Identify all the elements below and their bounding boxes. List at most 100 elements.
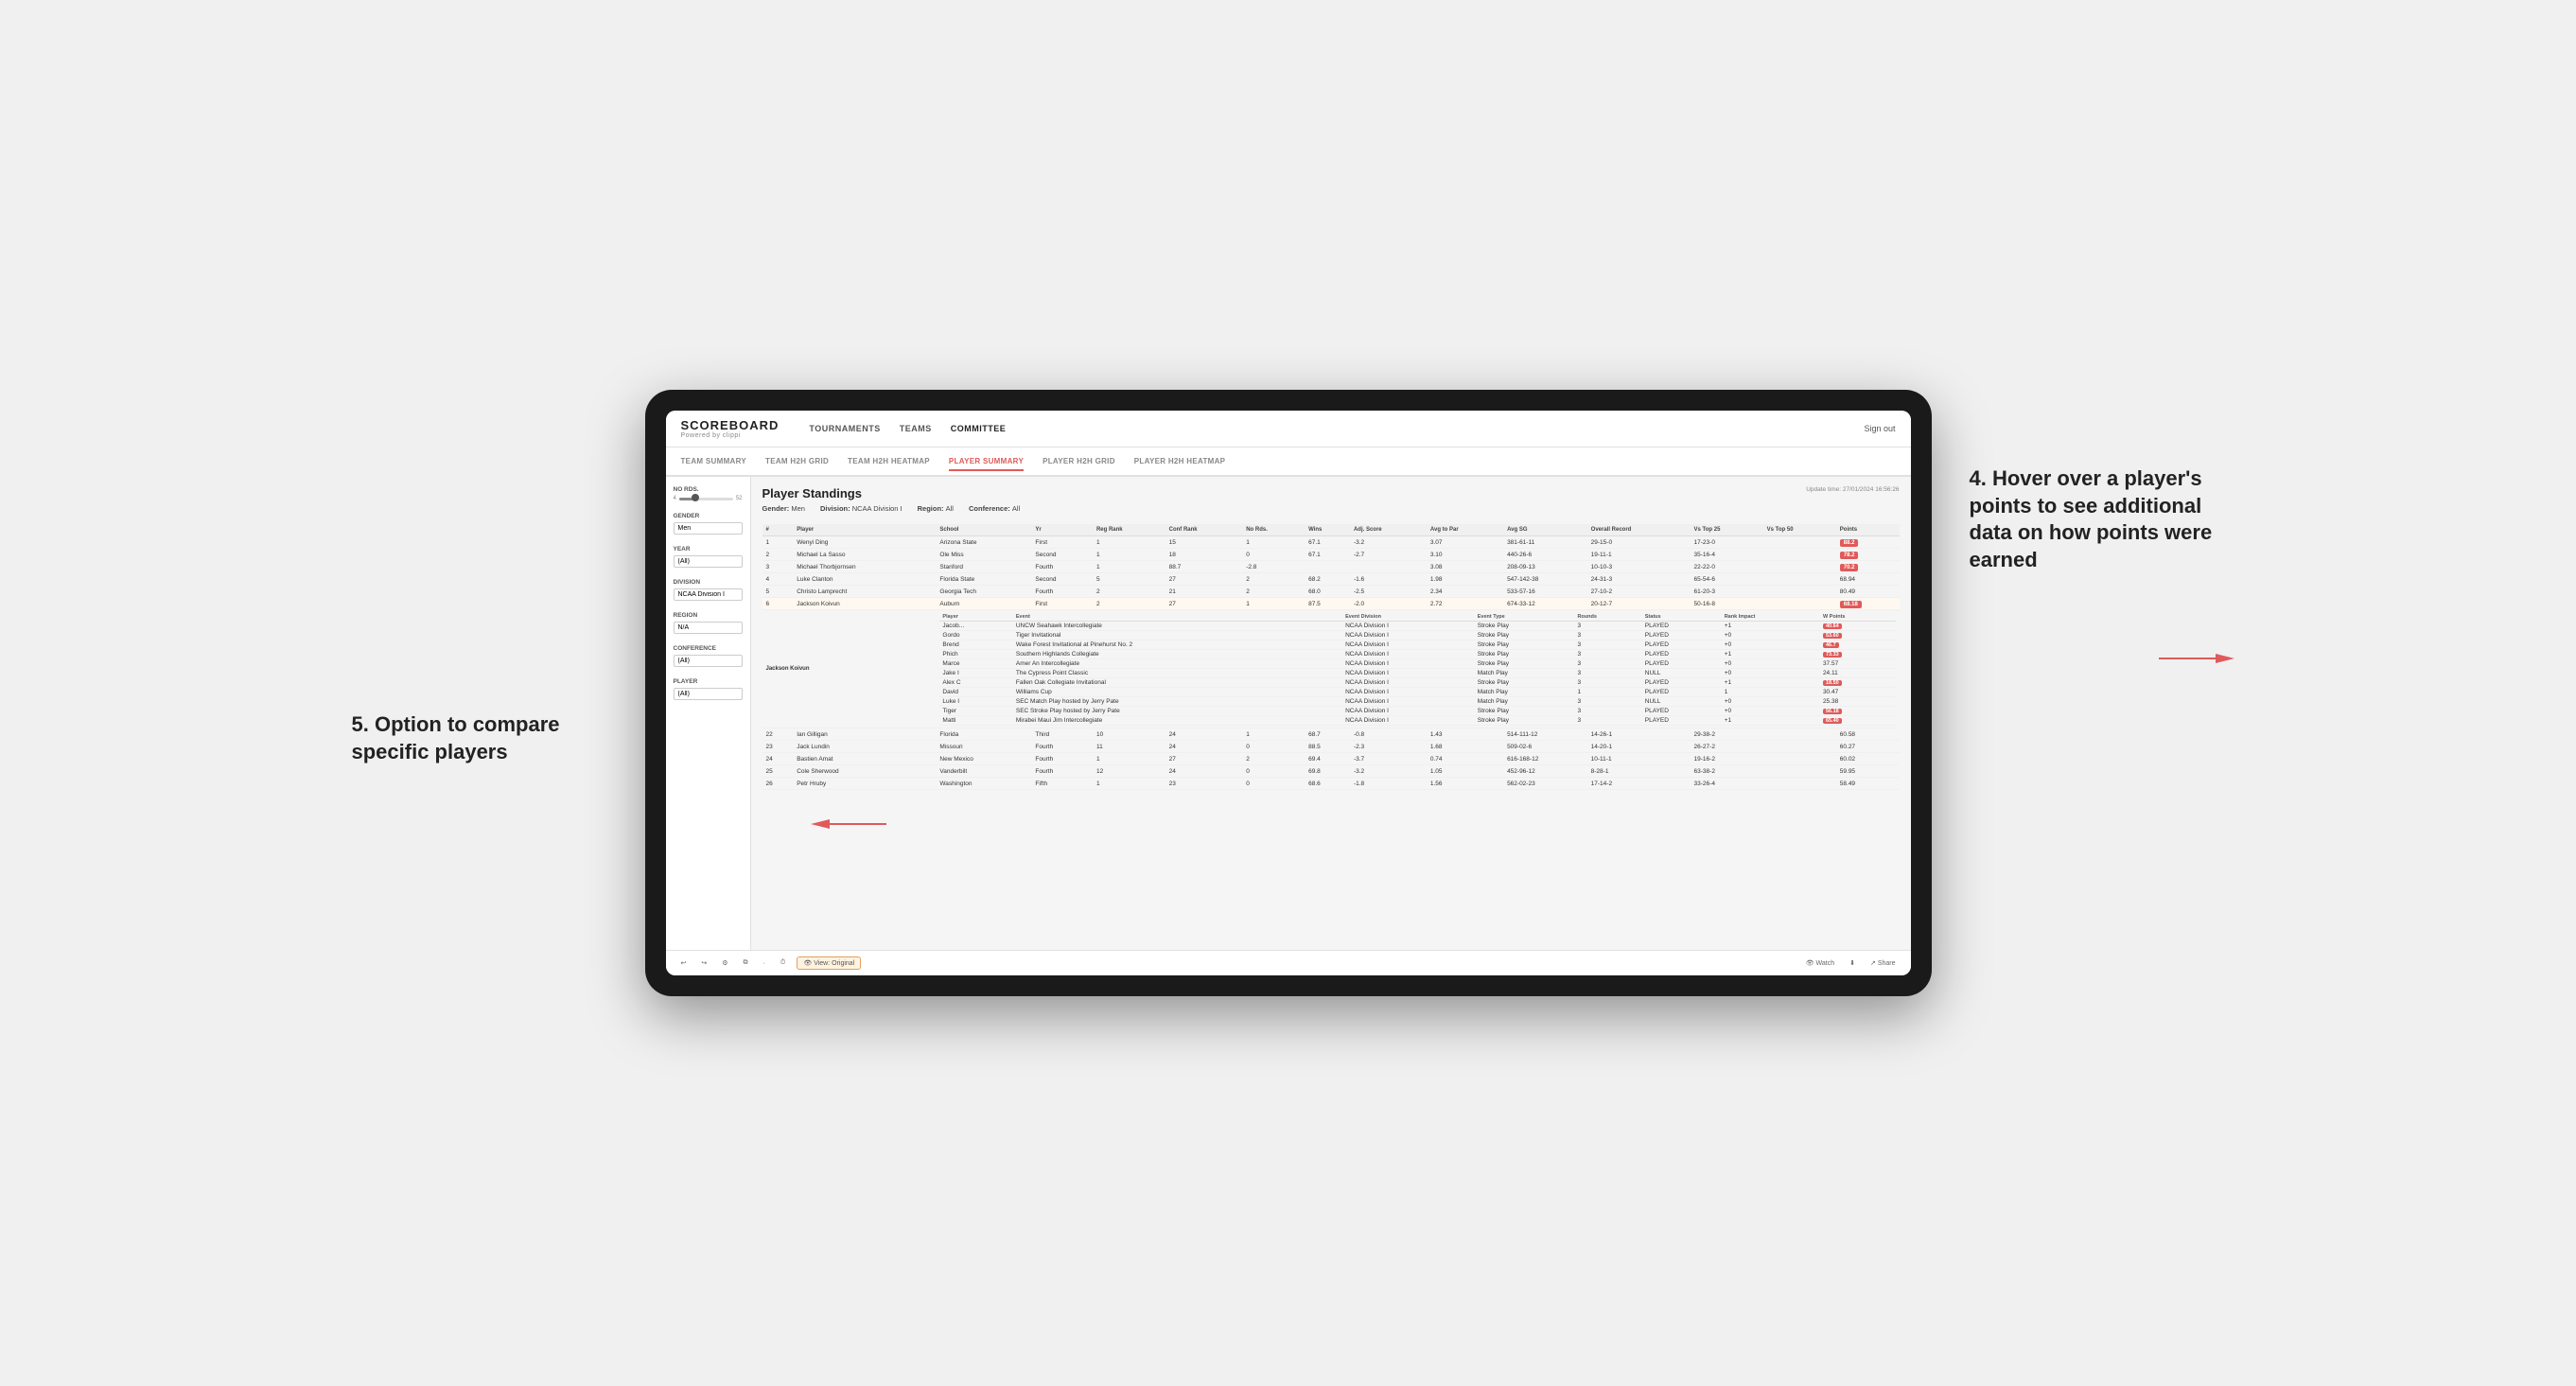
tab-player-summary[interactable]: PLAYER SUMMARY <box>949 453 1024 471</box>
table-row[interactable]: 1 Wenyi Ding Arizona State First 1 15 1 … <box>762 536 1900 549</box>
year-select[interactable]: (All) <box>674 555 743 568</box>
icell-wpoints[interactable]: 40.64 <box>1820 621 1896 630</box>
icell-rounds: 3 <box>1574 696 1641 706</box>
cell-conf-rank: 24 <box>1165 741 1243 753</box>
inner-table-row[interactable]: Luke I SEC Match Play hosted by Jerry Pa… <box>939 696 1895 706</box>
cell-no-rds: 0 <box>1242 765 1305 778</box>
inner-table-row[interactable]: Marce Amer An Intercollegiate NCAA Divis… <box>939 658 1895 668</box>
cell-points[interactable]: 58.49 <box>1836 778 1900 790</box>
icell-player: Brend <box>939 640 1012 649</box>
gender-select[interactable]: Men Women <box>674 522 743 535</box>
sign-out-link[interactable]: Sign out <box>1864 424 1895 433</box>
inner-table-row[interactable]: Phich Southern Highlands Collegiate NCAA… <box>939 649 1895 658</box>
icell-status: NULL <box>1642 696 1722 706</box>
cell-player: Michael Thorbjornsen <box>793 561 936 573</box>
cell-points[interactable]: 80.49 <box>1836 586 1900 598</box>
undo-button[interactable]: ↩ <box>677 957 691 969</box>
cell-points[interactable]: 60.58 <box>1836 728 1900 741</box>
icell-wpoints[interactable]: 30.47 <box>1820 687 1896 696</box>
icell-status: NULL <box>1642 668 1722 677</box>
cell-wins: 68.6 <box>1305 778 1350 790</box>
icell-wpoints[interactable]: 25.38 <box>1820 696 1896 706</box>
tab-player-h2h-grid[interactable]: PLAYER H2H GRID <box>1043 453 1115 469</box>
cell-points[interactable]: 60.27 <box>1836 741 1900 753</box>
download-button[interactable]: ⬇ <box>1846 957 1859 969</box>
table-row-expanded[interactable]: 6 Jackson Koivun Auburn First 2 27 1 87.… <box>762 598 1900 610</box>
icell-wpoints[interactable]: 46.7 <box>1820 640 1896 649</box>
cell-vs50 <box>1763 549 1836 561</box>
cell-no-rds: 1 <box>1242 598 1305 610</box>
cell-conf-rank: 23 <box>1165 778 1243 790</box>
nav-teams[interactable]: TEAMS <box>900 420 932 437</box>
table-row[interactable]: 22 Ian Gilligan Florida Third 10 24 1 68… <box>762 728 1900 741</box>
cell-points[interactable]: 68.18 <box>1836 598 1900 610</box>
inner-table-row[interactable]: Gordo Tiger Invitational NCAA Division I… <box>939 630 1895 640</box>
icell-rank: +0 <box>1722 706 1820 715</box>
table-row[interactable]: 3 Michael Thorbjornsen Stanford Fourth 1… <box>762 561 1900 573</box>
slider-track[interactable] <box>679 498 733 500</box>
table-row[interactable]: 26 Petr Hruby Washington Fifth 1 23 0 68… <box>762 778 1900 790</box>
share-button[interactable]: ↗ Share <box>1866 957 1900 969</box>
tab-team-h2h-heatmap[interactable]: TEAM H2H HEATMAP <box>848 453 930 469</box>
inner-table-row[interactable]: Tiger SEC Stroke Play hosted by Jerry Pa… <box>939 706 1895 715</box>
inner-table-row[interactable]: Alex C Fallen Oak Collegiate Invitationa… <box>939 677 1895 687</box>
table-row[interactable]: 23 Jack Lundin Missouri Fourth 11 24 0 8… <box>762 741 1900 753</box>
cell-no-rds: 1 <box>1242 536 1305 549</box>
icell-wpoints[interactable]: 56.18 <box>1820 706 1896 715</box>
icell-player: Alex C <box>939 677 1012 687</box>
col-avg-sg: Avg SG <box>1503 524 1587 536</box>
inner-table-row[interactable]: David Williams Cup NCAA Division I Match… <box>939 687 1895 696</box>
inner-badge: 73.33 <box>1823 652 1842 658</box>
redo-button[interactable]: ↪ <box>697 957 710 969</box>
clock-button[interactable]: ⏱ <box>777 957 789 969</box>
sidebar-gender: Gender Men Women <box>674 513 743 535</box>
icell-player: Marce <box>939 658 1012 668</box>
inner-badge: 65.40 <box>1823 718 1842 724</box>
inner-table-row[interactable]: Matti Mirabei Maui Jim Intercollegiate N… <box>939 715 1895 725</box>
watch-button[interactable]: 👁 Watch <box>1802 957 1838 969</box>
table-row[interactable]: 25 Cole Sherwood Vanderbilt Fourth 12 24… <box>762 765 1900 778</box>
cell-points[interactable]: 60.02 <box>1836 753 1900 765</box>
inner-table-row[interactable]: Jacob... UNCW Seahawk Intercollegiate NC… <box>939 621 1895 630</box>
table-row[interactable]: 5 Christo Lamprecht Georgia Tech Fourth … <box>762 586 1900 598</box>
icell-wpoints[interactable]: 18.50 <box>1820 677 1896 687</box>
cell-points[interactable]: 70.2 <box>1836 561 1900 573</box>
cell-no-rds: 2 <box>1242 586 1305 598</box>
nav-tournaments[interactable]: TOURNAMENTS <box>809 420 880 437</box>
icell-rank: +1 <box>1722 649 1820 658</box>
points-value: 60.02 <box>1840 756 1855 763</box>
division-select[interactable]: NCAA Division I <box>674 588 743 601</box>
icell-status: PLAYED <box>1642 630 1722 640</box>
copy-button[interactable]: ⧉ <box>740 957 752 969</box>
cell-points[interactable]: 88.2 <box>1836 536 1900 549</box>
watch-label: Watch <box>1816 960 1835 967</box>
cell-adj-score: -2.0 <box>1350 598 1427 610</box>
cell-points[interactable]: 68.94 <box>1836 573 1900 586</box>
view-original-button[interactable]: 👁 View: Original <box>797 956 861 970</box>
tab-player-h2h-heatmap[interactable]: PLAYER H2H HEATMAP <box>1134 453 1226 469</box>
cell-points[interactable]: 78.2 <box>1836 549 1900 561</box>
player-select[interactable]: (All) <box>674 688 743 700</box>
inner-table-row[interactable]: Brend Wake Forest Invitational at Pinehu… <box>939 640 1895 649</box>
sidebar: No Rds. 4 52 Gender <box>666 477 751 950</box>
table-row[interactable]: 2 Michael La Sasso Ole Miss Second 1 18 … <box>762 549 1900 561</box>
table-row[interactable]: 4 Luke Clanton Florida State Second 5 27… <box>762 573 1900 586</box>
cell-adj-score: -3.2 <box>1350 536 1427 549</box>
region-select[interactable]: N/A <box>674 622 743 634</box>
icell-wpoints[interactable]: 65.40 <box>1820 715 1896 725</box>
icell-wpoints[interactable]: 73.33 <box>1820 649 1896 658</box>
cell-player: Jackson Koivun <box>793 598 936 610</box>
tab-team-summary[interactable]: TEAM SUMMARY <box>681 453 747 469</box>
icell-wpoints[interactable]: 37.57 <box>1820 658 1896 668</box>
inner-table-row[interactable]: Jake I The Cypress Point Classic NCAA Di… <box>939 668 1895 677</box>
sub-nav: TEAM SUMMARY TEAM H2H GRID TEAM H2H HEAT… <box>666 447 1911 477</box>
nav-committee[interactable]: COMMITTEE <box>951 420 1007 437</box>
cell-reg-rank: 2 <box>1093 586 1165 598</box>
tab-team-h2h-grid[interactable]: TEAM H2H GRID <box>765 453 829 469</box>
table-row[interactable]: 24 Bastien Amat New Mexico Fourth 1 27 2… <box>762 753 1900 765</box>
icell-wpoints[interactable]: 53.60 <box>1820 630 1896 640</box>
conference-select[interactable]: (All) <box>674 655 743 667</box>
icell-wpoints[interactable]: 24.11 <box>1820 668 1896 677</box>
settings-button[interactable]: ⚙ <box>718 957 731 969</box>
cell-points[interactable]: 59.95 <box>1836 765 1900 778</box>
